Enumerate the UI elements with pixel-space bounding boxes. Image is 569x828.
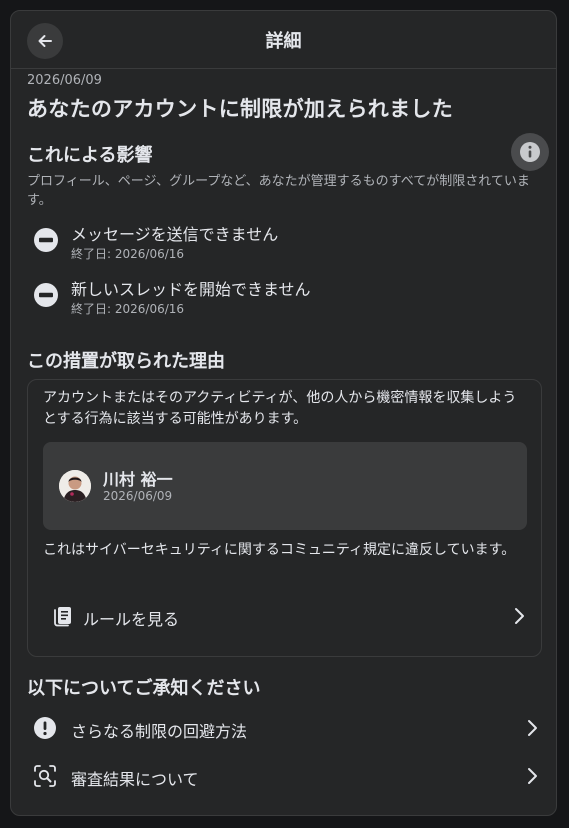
know-section-title: 以下についてご承知ください [27,678,261,699]
reason-section-title: この措置が取られた理由 [27,351,225,372]
restriction-item: メッセージを送信できません 終了日: 2026/06/16 [33,221,513,265]
chevron-right-icon [515,608,524,624]
blocked-icon [34,228,58,252]
avatar [59,470,91,502]
reported-message-card[interactable]: 川村 裕一 2026/06/09 [43,442,527,530]
person-photo [59,470,91,502]
notice-title: あなたのアカウントに制限が加えられました [27,97,453,121]
restriction-end-date: 終了日: 2026/06/16 [71,247,185,261]
view-rules-link[interactable]: ルールを見る [43,596,529,636]
notice-date: 2026/06/09 [27,73,102,88]
chevron-right-icon [528,768,537,784]
user-name: 川村 裕一 [103,470,173,489]
restriction-item: 新しいスレッドを開始できません 終了日: 2026/06/16 [33,276,513,320]
avoid-restrictions-link[interactable]: さらなる制限の回避方法 [27,706,542,750]
reason-text: アカウントまたはそのアクティビティが、他の人から機密情報を収集しようとする行為に… [43,390,517,427]
dialog-title: 詳細 [265,31,302,52]
impact-section-title: これによる影響 [27,145,153,166]
rules-book-icon [54,607,71,627]
user-date: 2026/06/09 [103,489,173,503]
info-icon [520,142,540,162]
violation-text: これはサイバーセキュリティに関するコミュニティ規定に違反しています。 [43,542,516,558]
dialog-header: 詳細 [11,11,556,69]
restriction-title: メッセージを送信できません [71,225,279,244]
review-results-link[interactable]: 審査結果について [27,754,542,798]
exclamation-icon [34,717,56,739]
view-rules-label: ルールを見る [83,610,180,629]
info-button[interactable] [511,133,549,171]
impact-description: プロフィール、ページ、グループなど、あなたが管理するものすべてが制限されています… [27,174,530,208]
blocked-icon [34,283,58,307]
restriction-end-date: 終了日: 2026/06/16 [71,302,185,316]
details-dialog: 詳細 2026/06/09 あなたのアカウントに制限が加えられました これによる… [10,10,557,816]
review-search-icon [34,765,56,787]
restriction-title: 新しいスレッドを開始できません [71,280,311,299]
review-results-label: 審査結果について [71,770,199,789]
reason-card: アカウントまたはそのアクティビティが、他の人から機密情報を収集しようとする行為に… [27,379,542,657]
chevron-right-icon [528,720,537,736]
avoid-restrictions-label: さらなる制限の回避方法 [71,722,248,741]
